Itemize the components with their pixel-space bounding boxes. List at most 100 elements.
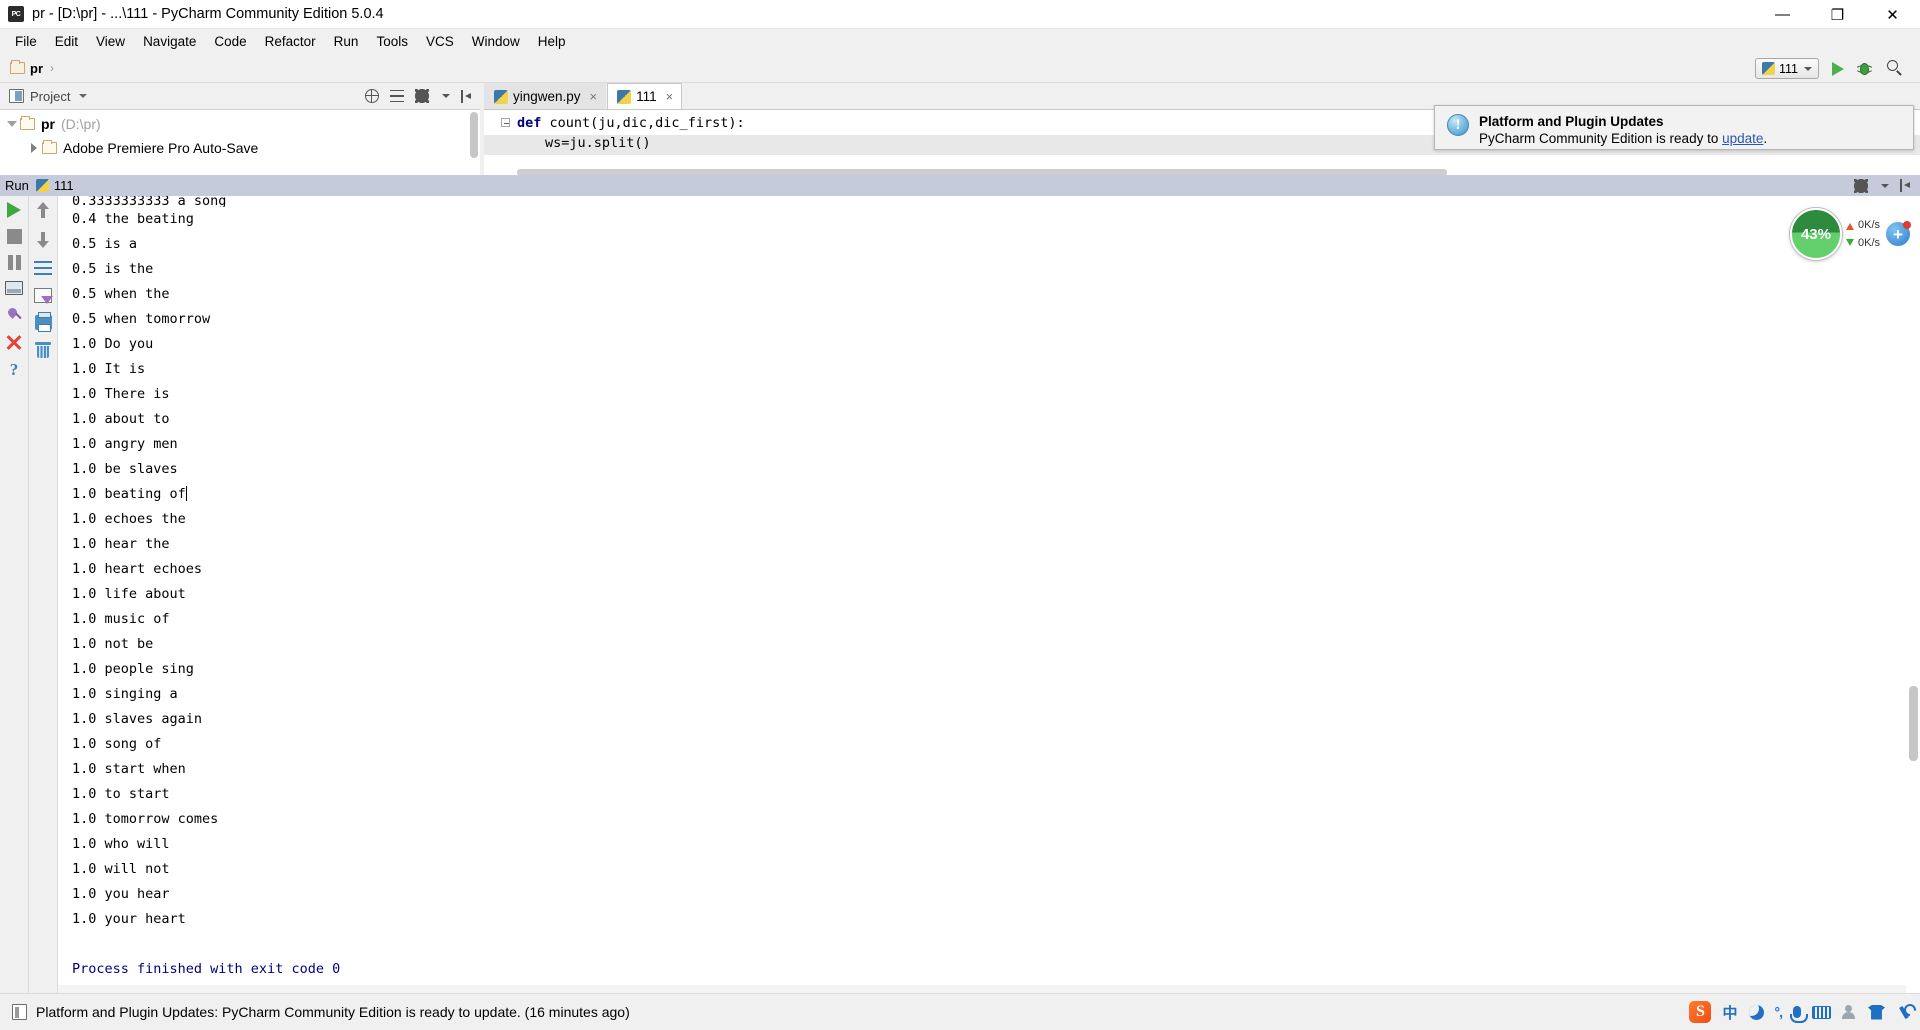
python-file-icon	[35, 179, 49, 192]
moon-icon[interactable]	[1748, 1004, 1764, 1020]
tab-111[interactable]: 111 ×	[607, 83, 683, 109]
console-icon[interactable]	[5, 281, 23, 295]
pin-tab-icon[interactable]	[5, 306, 23, 323]
console-line: 1.0 angry men	[72, 436, 178, 452]
notification-title: Platform and Plugin Updates	[1479, 114, 1664, 129]
chevron-down-icon[interactable]	[1881, 183, 1889, 188]
console-line: 0.5 when the	[72, 286, 170, 302]
menu-tools[interactable]: Tools	[367, 31, 417, 52]
expand-arrow-down-icon[interactable]	[4, 121, 20, 127]
network-speed-widget[interactable]: 43% 0K/s 0K/s +	[1789, 208, 1911, 260]
toolbox-icon[interactable]	[1896, 1004, 1912, 1020]
tab-label: yingwen.py	[513, 89, 581, 104]
status-message[interactable]: Platform and Plugin Updates: PyCharm Com…	[36, 1004, 630, 1020]
run-configuration-selector[interactable]: 111	[1754, 58, 1819, 79]
console-output[interactable]: 0.3333333333 a song 0.4 the beating 0.5 …	[58, 196, 1920, 993]
pause-icon[interactable]	[7, 255, 22, 270]
clear-all-icon[interactable]	[35, 342, 51, 358]
tree-node-pr[interactable]: pr (D:\pr)	[0, 112, 480, 136]
menu-run[interactable]: Run	[325, 31, 368, 52]
console-horizontal-scrollbar[interactable]	[58, 985, 1906, 993]
notification-body: PyCharm Community Edition is ready to up…	[1479, 131, 1767, 146]
hide-panel-icon[interactable]	[461, 89, 474, 103]
microphone-icon[interactable]	[1790, 1006, 1808, 1023]
minimize-icon[interactable]: —	[1755, 0, 1810, 29]
sidebar-scrollbar[interactable]	[470, 112, 478, 158]
chevron-down-icon[interactable]	[79, 94, 88, 98]
run-panel-tab[interactable]: 111	[35, 178, 74, 193]
folder-icon	[20, 115, 35, 130]
scroll-up-icon[interactable]	[35, 202, 51, 219]
notification-text: Platform and Plugin Updates PyCharm Comm…	[1479, 114, 1767, 146]
stop-icon[interactable]	[6, 229, 22, 244]
event-log-icon[interactable]	[12, 1004, 27, 1020]
menu-edit[interactable]: Edit	[46, 31, 87, 52]
project-tool-window: Project pr (D:\pr) Adobe Premiere Pro Au…	[0, 83, 480, 176]
sogou-ime-icon[interactable]: S	[1689, 1001, 1712, 1023]
run-icon[interactable]	[1832, 61, 1844, 76]
python-file-icon	[617, 89, 632, 104]
breadcrumb-separator-icon: ›	[50, 61, 54, 75]
skin-icon[interactable]	[1868, 1004, 1885, 1020]
console-line: 1.0 start when	[72, 761, 186, 777]
expand-arrow-right-icon[interactable]	[26, 143, 42, 153]
navbar-right-tools: 111	[1754, 54, 1914, 83]
close-icon[interactable]: ×	[590, 89, 598, 104]
close-icon[interactable]: ✕	[1865, 0, 1920, 29]
menu-help[interactable]: Help	[529, 31, 575, 52]
keyboard-icon[interactable]	[1812, 1005, 1831, 1019]
code-text: ws=ju.split()	[545, 135, 651, 151]
console-line: 1.0 heart echoes	[72, 561, 203, 577]
console-line: 1.0 music of	[72, 611, 170, 627]
app-icon: PC	[8, 6, 24, 22]
scroll-down-icon[interactable]	[35, 231, 51, 248]
menu-vcs[interactable]: VCS	[417, 31, 463, 52]
project-panel-icon	[9, 89, 24, 103]
console-line: 0.3333333333 a song	[72, 196, 227, 207]
collapse-all-icon[interactable]	[390, 89, 404, 103]
console-line: 0.5 is the	[72, 261, 154, 277]
maximize-icon[interactable]: ❐	[1810, 0, 1865, 29]
update-link[interactable]: update	[1722, 131, 1763, 146]
search-everywhere-icon[interactable]	[1887, 60, 1904, 77]
chevron-down-icon[interactable]	[442, 94, 450, 98]
soft-wrap-icon[interactable]	[34, 260, 52, 276]
run-panel-secondary-toolbar	[29, 196, 58, 993]
tab-yingwen-py[interactable]: yingwen.py ×	[484, 83, 607, 109]
close-icon[interactable]	[6, 334, 22, 350]
user-account-icon[interactable]	[1842, 1005, 1857, 1019]
project-panel-title[interactable]: Project	[30, 89, 70, 104]
menu-code[interactable]: Code	[205, 31, 255, 52]
punctuation-icon[interactable]: °,	[1775, 1004, 1783, 1020]
print-icon[interactable]	[34, 312, 52, 332]
run-panel-left-toolbar: ?	[0, 196, 29, 993]
tree-node-adobe-premiere[interactable]: Adobe Premiere Pro Auto-Save	[0, 136, 480, 160]
chinese-mode-icon[interactable]: 中	[1722, 1002, 1737, 1023]
code-fold-icon[interactable]	[501, 118, 510, 127]
locate-icon[interactable]	[364, 88, 379, 103]
console-line: 1.0 will not	[72, 861, 170, 877]
notification-balloon[interactable]: ! Platform and Plugin Updates PyCharm Co…	[1434, 105, 1914, 150]
hide-panel-icon[interactable]	[1900, 179, 1913, 192]
export-icon[interactable]	[34, 288, 53, 304]
menu-refactor[interactable]: Refactor	[256, 31, 325, 52]
folder-icon	[10, 59, 25, 74]
menu-file[interactable]: File	[6, 31, 46, 52]
rerun-icon[interactable]	[7, 202, 21, 218]
settings-icon[interactable]	[1854, 178, 1868, 193]
speed-values: 0K/s 0K/s	[1858, 219, 1880, 249]
close-icon[interactable]: ×	[666, 89, 674, 104]
tree-node-path: (D:\pr)	[61, 116, 101, 132]
add-icon[interactable]: +	[1886, 221, 1911, 246]
code-keyword: def	[517, 115, 542, 131]
console-vertical-scrollbar[interactable]	[1909, 686, 1918, 761]
menu-window[interactable]: Window	[463, 31, 529, 52]
debug-icon[interactable]	[1856, 62, 1873, 76]
tab-label: 111	[636, 89, 657, 104]
breadcrumb[interactable]: pr	[30, 61, 43, 76]
help-icon[interactable]: ?	[10, 361, 19, 378]
run-panel-tab-label: 111	[53, 178, 74, 193]
menu-view[interactable]: View	[87, 31, 134, 52]
menu-navigate[interactable]: Navigate	[134, 31, 205, 52]
settings-icon[interactable]	[415, 89, 429, 103]
